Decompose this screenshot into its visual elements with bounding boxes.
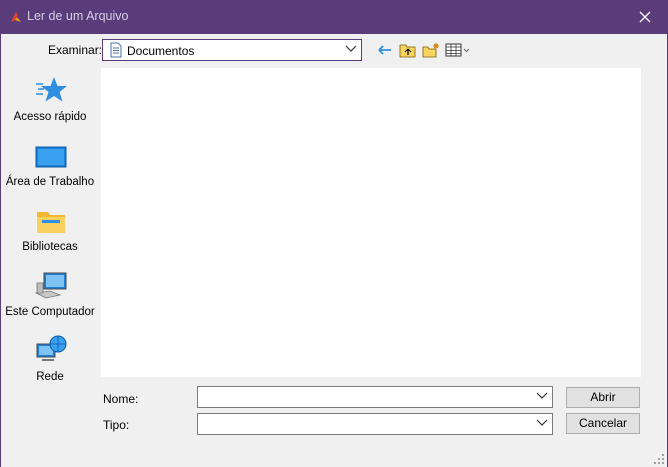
back-icon[interactable]	[376, 42, 394, 58]
file-list[interactable]	[101, 68, 641, 377]
app-icon	[11, 12, 21, 22]
place-quick-access[interactable]: Acesso rápido	[3, 68, 97, 130]
title-bar: Ler de um Arquivo	[0, 0, 668, 34]
libraries-icon	[37, 212, 65, 233]
star-icon	[36, 77, 67, 102]
lookin-combo[interactable]: Documentos	[102, 39, 362, 61]
place-label: Este Computador	[5, 306, 95, 318]
place-libraries[interactable]: Bibliotecas	[3, 198, 97, 260]
filetype-label: Tipo:	[103, 418, 130, 432]
window-border-left	[0, 34, 1, 467]
close-icon	[639, 11, 651, 23]
place-label: Bibliotecas	[22, 241, 78, 253]
filename-combo[interactable]	[197, 386, 553, 408]
lookin-value: Documentos	[127, 44, 195, 58]
up-folder-icon[interactable]	[399, 42, 417, 58]
place-desktop[interactable]: Área de Trabalho	[3, 133, 97, 195]
open-button[interactable]: Abrir	[566, 387, 640, 408]
chevron-down-icon	[345, 45, 357, 52]
document-folder-icon	[110, 42, 122, 58]
lookin-label: Examinar:	[48, 43, 103, 57]
chevron-down-icon	[536, 419, 548, 426]
place-label: Rede	[36, 371, 64, 383]
place-network[interactable]: Rede	[3, 328, 97, 390]
filetype-combo[interactable]	[197, 413, 553, 435]
cancel-button[interactable]: Cancelar	[566, 413, 640, 434]
place-this-pc[interactable]: Este Computador	[3, 263, 97, 325]
close-button[interactable]	[622, 0, 668, 34]
place-label: Acesso rápido	[13, 111, 87, 123]
chevron-down-icon	[536, 392, 548, 399]
places-bar: Acesso rápido Área de Trabalho Bibliotec…	[3, 68, 97, 383]
desktop-icon	[35, 146, 67, 168]
network-icon	[36, 335, 67, 361]
new-folder-icon[interactable]	[422, 42, 440, 58]
filename-label: Nome:	[103, 392, 139, 406]
computer-icon	[34, 272, 67, 299]
window-title: Ler de um Arquivo	[27, 9, 129, 23]
view-menu-icon[interactable]	[445, 42, 471, 58]
resize-grip-icon[interactable]	[654, 454, 664, 464]
place-label: Área de Trabalho	[5, 176, 95, 188]
